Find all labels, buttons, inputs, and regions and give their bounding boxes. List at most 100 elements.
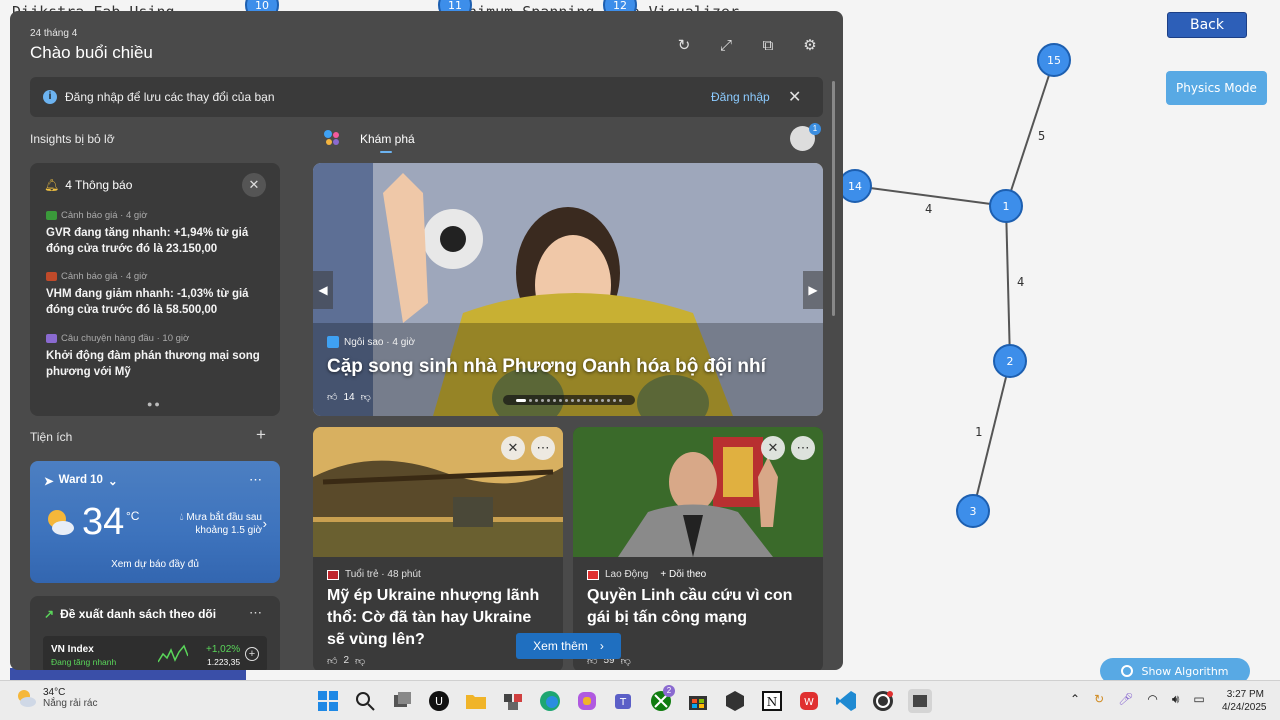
snipping-tool-icon[interactable] xyxy=(908,689,932,713)
news-title[interactable]: Quyền Linh cầu cứu vì con gái bị tấn côn… xyxy=(587,585,812,629)
graph-node[interactable]: 2 xyxy=(993,344,1027,378)
notion-icon[interactable]: N xyxy=(760,689,784,713)
hero-image xyxy=(313,163,823,416)
add-widget-icon[interactable]: + xyxy=(256,425,266,445)
weather-temperature: 34 xyxy=(82,501,125,543)
microphone-icon[interactable]: 🎤︎ xyxy=(1118,692,1133,707)
hero-source-label: Ngôi sao · 4 giờ xyxy=(344,336,416,348)
pin-icon[interactable]: ⧉ xyxy=(757,37,779,55)
store-icon[interactable] xyxy=(686,689,710,713)
settings-icon[interactable]: ⚙ xyxy=(799,37,821,55)
thumbs-down-icon[interactable]: 👎︎ xyxy=(621,655,631,667)
next-arrow-icon[interactable]: ▶ xyxy=(803,271,823,309)
close-icon[interactable]: ✕ xyxy=(242,173,266,197)
volume-icon[interactable]: 🔊︎ xyxy=(1172,692,1180,707)
panel-date: 24 tháng 4 xyxy=(30,28,78,39)
graph-node[interactable]: 14 xyxy=(838,169,872,203)
tab-explore[interactable]: Khám phá xyxy=(360,132,415,146)
sync-icon[interactable]: ↻ xyxy=(1094,692,1104,707)
notifications-card[interactable]: 🔔︎ 4 Thông báo ✕ Cảnh báo giá · 4 giờ GV… xyxy=(30,163,280,416)
physics-mode-button[interactable]: Physics Mode xyxy=(1166,71,1267,105)
teams-icon[interactable]: T xyxy=(612,689,636,713)
thumbs-down-icon[interactable]: 👎︎ xyxy=(355,655,365,667)
index-name: VN Index xyxy=(51,644,94,655)
taskbar-weather-temp: 34°C xyxy=(43,687,66,698)
more-icon[interactable]: ⋯ xyxy=(531,436,555,460)
unreal-engine-icon[interactable]: U xyxy=(427,689,451,713)
xbox-icon[interactable]: 2 xyxy=(649,685,675,713)
scrollbar[interactable] xyxy=(832,81,835,316)
watchlist-widget[interactable]: ↗ Đề xuất danh sách theo dõi ⋯ VN Index … xyxy=(30,596,280,670)
index-status: Đang tăng nhanh xyxy=(51,657,117,667)
follow-button[interactable]: + Dõi theo xyxy=(660,569,706,580)
notification-item[interactable]: Câu chuyện hàng đầu · 10 giờ Khởi động đ… xyxy=(46,333,268,380)
greeting-title: Chào buổi chiều xyxy=(30,43,153,62)
vscode-icon[interactable] xyxy=(834,689,858,713)
see-more-button[interactable]: Xem thêm › xyxy=(516,633,621,659)
dismiss-icon[interactable]: ✕ xyxy=(761,436,785,460)
signin-link[interactable]: Đăng nhập xyxy=(711,90,770,104)
thumbs-down-icon[interactable]: 👎︎ xyxy=(361,391,371,403)
avatar-badge: 1 xyxy=(809,123,821,135)
graph-node[interactable]: 3 xyxy=(956,494,990,528)
node-label: 3 xyxy=(970,505,977,518)
bell-icon: 🔔︎ xyxy=(44,178,60,192)
more-icon[interactable]: ⋯ xyxy=(791,436,815,460)
refresh-icon[interactable]: ↻ xyxy=(673,37,695,55)
chevron-up-icon[interactable]: ⌃ xyxy=(1070,692,1080,707)
tab-indicator xyxy=(380,151,392,153)
thumbs-up-icon[interactable]: 👍︎ xyxy=(327,391,337,403)
battery-icon[interactable]: ▭ xyxy=(1193,692,1204,707)
unity-icon[interactable] xyxy=(723,689,747,713)
close-icon[interactable]: ✕ xyxy=(788,87,801,107)
weather-widget[interactable]: ➤ Ward 10 ⌄ ⋯ 34 °C 💧︎ Mưa bắt đầu sau k… xyxy=(30,461,280,583)
edge-weight: 4 xyxy=(925,202,932,216)
node-label: 14 xyxy=(848,180,862,193)
dismiss-icon[interactable]: ✕ xyxy=(501,436,525,460)
notification-item[interactable]: Cảnh báo giá · 4 giờ GVR đang tăng nhanh… xyxy=(46,210,268,257)
graph-node[interactable]: 1 xyxy=(989,189,1023,223)
file-explorer-icon[interactable] xyxy=(464,689,488,713)
wps-office-icon[interactable]: W xyxy=(797,689,821,713)
obs-icon[interactable] xyxy=(871,689,895,713)
index-value: 1.223,35 xyxy=(207,657,241,667)
search-icon[interactable] xyxy=(353,689,377,713)
graph-node[interactable]: 15 xyxy=(1037,43,1071,77)
weather-location[interactable]: ➤ Ward 10 ⌄ xyxy=(44,474,118,488)
edge-icon[interactable] xyxy=(538,689,562,713)
notification-badge: 2 xyxy=(663,685,675,697)
news-reactions: 👍︎ 2 👎︎ xyxy=(327,655,365,667)
hero-story[interactable]: ◀ ▶ Ngôi sao · 4 giờ Cặp song sinh nhà P… xyxy=(313,163,823,416)
microsoft-start-logo-icon xyxy=(324,130,339,145)
news-source: Tuổi trẻ · 48 phút xyxy=(327,569,421,580)
watchlist-header: ↗ Đề xuất danh sách theo dõi xyxy=(44,607,216,621)
back-button[interactable]: Back xyxy=(1167,12,1247,38)
wifi-icon[interactable]: ◠ xyxy=(1147,692,1157,707)
carousel-dots[interactable] xyxy=(503,395,635,405)
start-icon[interactable] xyxy=(316,689,340,713)
pager-dots[interactable]: ●● xyxy=(147,399,162,409)
taskbar-weather-desc: Nắng rải rác xyxy=(43,698,98,709)
node-label: 2 xyxy=(1007,355,1014,368)
taskbar-weather[interactable]: 34°C Nắng rải rác xyxy=(15,687,97,709)
notification-text: VHM đang giảm nhanh: -1,03% từ giá đóng … xyxy=(46,288,249,316)
clock[interactable]: 3:27 PM 4/24/2025 xyxy=(1222,688,1267,714)
previous-arrow-icon[interactable]: ◀ xyxy=(313,271,333,309)
header-actions: ↻ ⤢ ⧉ ⚙ xyxy=(673,37,821,55)
more-icon[interactable]: ⋯ xyxy=(249,472,262,488)
star-logo-icon xyxy=(327,336,339,348)
chevron-right-icon[interactable]: › xyxy=(263,516,267,531)
full-forecast-button[interactable]: Xem dự báo đầy đủ xyxy=(100,559,210,570)
node-label: 15 xyxy=(1047,54,1061,67)
task-view-icon[interactable] xyxy=(390,689,414,713)
expand-icon[interactable]: ⤢ xyxy=(715,37,737,55)
vn-index-item[interactable]: VN Index Đang tăng nhanh +1,02% 1.223,35… xyxy=(43,636,267,670)
app-icon[interactable] xyxy=(501,689,525,713)
hero-title[interactable]: Cặp song sinh nhà Phương Oanh hóa bộ đội… xyxy=(327,356,766,378)
taskbar: 34°C Nắng rải rác U T 2 N W ⌃ ↻ 🎤︎ ◠ 🔊︎ … xyxy=(0,680,1280,720)
more-icon[interactable]: ⋯ xyxy=(249,605,262,621)
copilot-icon[interactable] xyxy=(575,689,599,713)
add-icon[interactable]: + xyxy=(245,647,259,661)
notification-item[interactable]: Cảnh báo giá · 4 giờ VHM đang giảm nhanh… xyxy=(46,271,268,318)
thumbs-up-icon[interactable]: 👍︎ xyxy=(327,655,337,667)
